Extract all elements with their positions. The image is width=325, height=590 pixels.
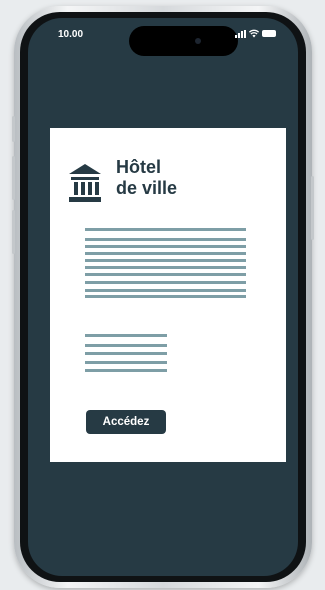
access-button[interactable]: Accédez [86, 410, 166, 434]
text-line [85, 228, 246, 231]
card-title-line-2: de ville [116, 178, 178, 198]
text-line [85, 361, 167, 364]
text-line [85, 352, 167, 355]
text-line [85, 252, 246, 255]
text-line [85, 273, 246, 276]
text-line [85, 344, 167, 347]
text-line [85, 281, 246, 284]
volume-up-button [12, 156, 15, 200]
text-line [85, 289, 246, 292]
dynamic-island [129, 26, 238, 56]
power-button [311, 176, 314, 240]
wifi-icon [249, 29, 259, 38]
camera-icon [195, 38, 201, 44]
text-line [85, 238, 246, 241]
text-line [85, 266, 246, 269]
phone-screen: 10.00 Hôtel de ville Accédez [28, 18, 298, 576]
town-hall-icon [69, 164, 101, 202]
volume-down-button [12, 210, 15, 254]
text-line [85, 295, 246, 298]
signal-icon [235, 29, 246, 38]
status-time: 10.00 [58, 29, 84, 40]
text-line [85, 369, 167, 372]
mute-switch [12, 116, 15, 142]
text-line [85, 245, 246, 248]
text-line [85, 259, 246, 262]
town-hall-card: Hôtel de ville Accédez [50, 128, 286, 462]
card-title: Hôtel de ville [116, 157, 177, 199]
text-line [85, 334, 167, 337]
status-icons [235, 29, 276, 38]
battery-icon [262, 30, 276, 37]
card-title-line-1: Hôtel [116, 157, 161, 177]
